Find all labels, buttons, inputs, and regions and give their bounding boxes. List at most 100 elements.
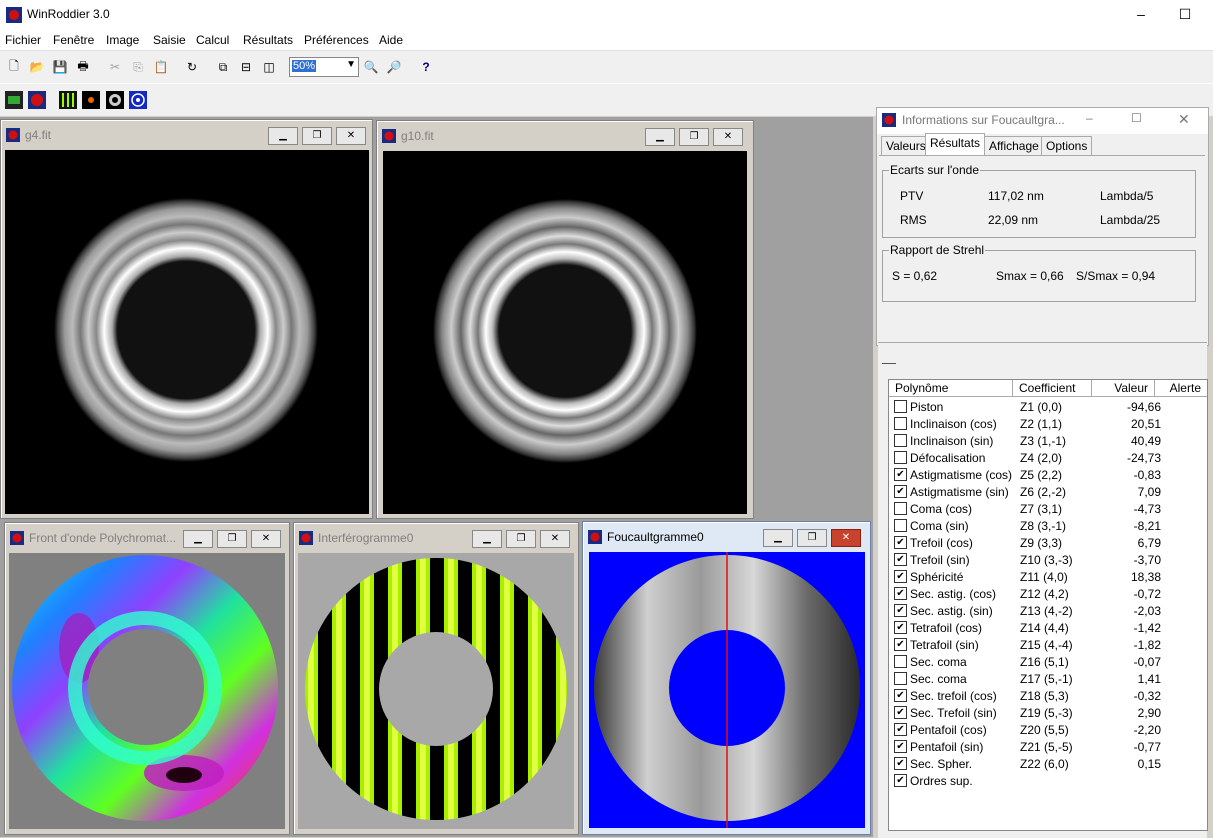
menu-fichier[interactable]: Fichier [5,33,41,47]
window-wavefront-titlebar[interactable]: Front d'onde Polychromat... ▁ ❐ ✕ [5,523,289,551]
menu-saisie[interactable]: Saisie [153,33,186,47]
row-checkbox[interactable]: ✔ [894,485,907,498]
table-row[interactable]: ✔ Sec. astig. (sin) Z13 (4,-2) -2,03 [889,602,1207,619]
row-checkbox[interactable]: ✔ [894,621,907,634]
minimize-icon[interactable]: – [1131,5,1151,23]
row-checkbox[interactable]: ✔ [894,468,907,481]
row-checkbox[interactable]: ✔ [894,638,907,651]
row-checkbox[interactable]: ✔ [894,587,907,600]
header-polynome[interactable]: Polynôme [889,380,1013,397]
save-icon[interactable]: 💾 [50,57,70,77]
table-row[interactable]: ✔ Tetrafoil (cos) Z14 (4,4) -1,42 [889,619,1207,636]
table-row[interactable]: ✔ Sec. Trefoil (sin) Z19 (5,-3) 2,90 [889,704,1207,721]
window-foucault-titlebar[interactable]: Foucaultgramme0 ▁ ❐ ✕ [583,522,870,550]
table-row[interactable]: ✔ Ordres sup. [889,772,1207,789]
menu-fenetre[interactable]: Fenêtre [53,33,94,47]
row-checkbox[interactable]: ✔ [894,706,907,719]
info-dialog[interactable]: Informations sur Foucaultgra... – ☐ ✕ Va… [876,107,1209,346]
table-row[interactable]: Défocalisation Z4 (2,0) -24,73 [889,449,1207,466]
window-g10-titlebar[interactable]: g10.fit ▁ ❐ ✕ [377,121,753,149]
table-row[interactable]: ✔ Sec. trefoil (cos) Z18 (5,3) -0,32 [889,687,1207,704]
minimize-icon[interactable]: ▁ [268,127,298,145]
minimize-icon[interactable]: ▁ [183,530,213,548]
tab-resultats[interactable]: Résultats [925,133,986,155]
tile-vertical-icon[interactable]: ◫ [259,57,279,77]
header-alerte[interactable]: Alerte [1155,380,1207,397]
table-row[interactable]: ✔ Sec. astig. (cos) Z12 (4,2) -0,72 [889,585,1207,602]
close-icon[interactable]: ✕ [1178,111,1190,128]
row-checkbox[interactable] [894,451,907,464]
restore-icon[interactable]: ❐ [302,127,332,145]
acquisition-icon[interactable] [5,91,23,109]
row-checkbox[interactable] [894,672,907,685]
zoom-out-icon[interactable]: 🔎 [384,57,404,77]
chevron-down-icon[interactable]: ▼ [346,59,356,70]
minimize-icon[interactable]: ▁ [763,529,793,547]
window-g4[interactable]: g4.fit ▁ ❐ ✕ [0,119,373,519]
info-dialog-titlebar[interactable]: Informations sur Foucaultgra... – ☐ ✕ [877,108,1208,134]
copy-icon[interactable]: ⎘ [128,57,148,77]
window-g4-titlebar[interactable]: g4.fit ▁ ❐ ✕ [1,120,372,148]
maximize-icon[interactable]: ☐ [1131,111,1142,125]
row-checkbox[interactable]: ✔ [894,689,907,702]
row-checkbox[interactable]: ✔ [894,723,907,736]
row-checkbox[interactable] [894,655,907,668]
window-interferogram-titlebar[interactable]: Interférogramme0 ▁ ❐ ✕ [294,523,578,551]
new-file-icon[interactable]: 🗋 [4,57,24,77]
row-checkbox[interactable]: ✔ [894,740,907,753]
window-foucault[interactable]: Foucaultgramme0 ▁ ❐ ✕ [582,521,871,835]
open-folder-icon[interactable]: 📂 [27,57,47,77]
restore-icon[interactable]: ❐ [797,529,827,547]
close-icon[interactable]: ✕ [251,530,281,548]
table-row[interactable]: ✔ Trefoil (cos) Z9 (3,3) 6,79 [889,534,1207,551]
fringes-icon[interactable] [59,91,77,109]
row-checkbox[interactable]: ✔ [894,757,907,770]
row-checkbox[interactable]: ✔ [894,774,907,787]
table-row[interactable]: ✔ Trefoil (sin) Z10 (3,-3) -3,70 [889,551,1207,568]
menu-preferences[interactable]: Préférences [304,33,369,47]
paste-icon[interactable]: 📋 [151,57,171,77]
cut-icon[interactable]: ✂ [105,57,125,77]
tile-horizontal-icon[interactable]: ⊟ [236,57,256,77]
star-spot-icon[interactable] [82,91,100,109]
header-valeur[interactable]: Valeur [1092,380,1155,397]
table-row[interactable]: Inclinaison (sin) Z3 (1,-1) 40,49 [889,432,1207,449]
restore-icon[interactable]: ❐ [679,128,709,146]
menu-aide[interactable]: Aide [379,33,403,47]
row-checkbox[interactable] [894,519,907,532]
zoom-select[interactable]: 50% ▼ [289,57,359,77]
cascade-icon[interactable]: ⧉ [213,57,233,77]
row-checkbox[interactable]: ✔ [894,553,907,566]
row-checkbox[interactable]: ✔ [894,604,907,617]
defocus-ring-icon[interactable] [106,91,124,109]
close-icon[interactable]: ✕ [336,127,366,145]
minimize-icon[interactable]: ▁ [645,128,675,146]
target-icon[interactable] [129,91,147,109]
tab-options[interactable]: Options [1041,136,1093,155]
table-row[interactable]: ✔ Pentafoil (cos) Z20 (5,5) -2,20 [889,721,1207,738]
print-icon[interactable]: 🖶 [73,57,93,77]
row-checkbox[interactable] [894,417,907,430]
header-coefficient[interactable]: Coefficient [1013,380,1092,397]
menu-image[interactable]: Image [106,33,139,47]
row-checkbox[interactable] [894,502,907,515]
row-checkbox[interactable] [894,434,907,447]
restore-icon[interactable]: ❐ [217,530,247,548]
close-icon[interactable]: ✕ [831,529,861,547]
window-interferogram[interactable]: Interférogramme0 ▁ ❐ ✕ [293,522,579,835]
table-row[interactable]: ✔ Sphéricité Z11 (4,0) 18,38 [889,568,1207,585]
table-row[interactable]: Inclinaison (cos) Z2 (1,1) 20,51 [889,415,1207,432]
table-row[interactable]: ✔ Sec. Spher. Z22 (6,0) 0,15 [889,755,1207,772]
zoom-in-icon[interactable]: 🔍 [361,57,381,77]
minimize-icon[interactable]: ▁ [472,530,502,548]
table-row[interactable]: Coma (cos) Z7 (3,1) -4,73 [889,500,1207,517]
close-icon[interactable]: ✕ [540,530,570,548]
table-row[interactable]: ✔ Astigmatisme (cos) Z5 (2,2) -0,83 [889,466,1207,483]
table-row[interactable]: ✔ Pentafoil (sin) Z21 (5,-5) -0,77 [889,738,1207,755]
close-icon[interactable]: ✕ [713,128,743,146]
row-checkbox[interactable]: ✔ [894,536,907,549]
minimize-icon[interactable]: – [1086,111,1093,125]
help-icon[interactable]: ? [416,57,436,77]
tab-affichage[interactable]: Affichage [984,136,1044,155]
maximize-icon[interactable]: ☐ [1175,5,1195,23]
